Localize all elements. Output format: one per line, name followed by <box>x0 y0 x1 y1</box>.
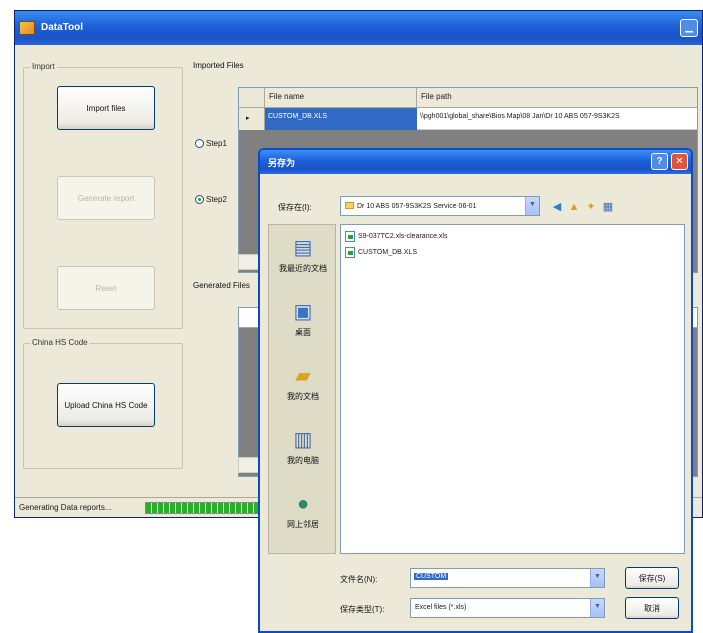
generate-report-button[interactable]: Generate report <box>57 176 155 220</box>
chevron-down-icon[interactable]: ▼ <box>525 197 539 215</box>
look-in-label: 保存在(I): <box>278 203 312 212</box>
filename-label: 文件名(N): <box>340 575 378 584</box>
filename-dropdown-icon[interactable]: ▼ <box>590 569 604 587</box>
filename-input[interactable]: CUSTOM ▼ <box>410 568 605 588</box>
step1-label: Step1 <box>206 139 227 148</box>
list-item[interactable]: CUSTOM_DB.XLS <box>345 247 417 258</box>
list-item[interactable]: S9-037TC2.xls-clearance.xls <box>345 231 447 242</box>
filename-value: CUSTOM <box>414 573 449 580</box>
cancel-button[interactable]: 取消 <box>625 597 679 619</box>
folder-icon <box>345 202 354 209</box>
place-network[interactable]: ● 网上邻居 <box>269 487 337 543</box>
cell-file-path[interactable]: \\pgh001\global_share\Bios Map\08 Jan\Dr… <box>417 108 699 130</box>
column-header-file-name[interactable]: File name <box>265 88 417 108</box>
file-type-dropdown[interactable]: Excel files (*.xls) ▼ <box>410 598 605 618</box>
file-type-value: Excel files (*.xls) <box>415 604 467 611</box>
close-icon[interactable]: ✕ <box>671 153 688 170</box>
place-my-documents[interactable]: ▰ 我的文档 <box>269 359 337 415</box>
look-in-dropdown[interactable]: Dr 10 ABS 057-9S3K2S Service 06-01 ▼ <box>340 196 540 216</box>
cell-file-name[interactable]: CUSTOM_DB.XLS <box>265 108 417 130</box>
my-computer-icon: ▥ <box>293 429 313 451</box>
network-icon: ● <box>296 493 310 515</box>
excel-file-icon <box>345 231 355 242</box>
column-header-file-path[interactable]: File path <box>417 88 699 108</box>
my-documents-icon: ▰ <box>295 365 311 387</box>
file-list[interactable]: S9-037TC2.xls-clearance.xls CUSTOM_DB.XL… <box>340 224 685 554</box>
reset-button[interactable]: Reset <box>57 266 155 310</box>
view-menu-icon[interactable]: ▦ <box>601 200 615 214</box>
imported-files-grid-header: File name File path <box>239 88 697 108</box>
help-icon[interactable]: ? <box>651 153 668 170</box>
step2-radio[interactable]: Step2 <box>195 195 227 204</box>
file-type-chevron-down-icon[interactable]: ▼ <box>590 599 604 617</box>
step2-label: Step2 <box>206 195 227 204</box>
place-my-computer[interactable]: ▥ 我的电脑 <box>269 423 337 479</box>
recent-documents-icon: ▤ <box>293 237 313 259</box>
save-button[interactable]: 保存(S) <box>625 567 679 589</box>
imported-files-label: Imported Files <box>193 61 244 70</box>
generated-files-label: Generated Files <box>193 281 250 290</box>
save-as-dialog: 另存为 ? ✕ 保存在(I): Dr 10 ABS 057-9S3K2S Ser… <box>258 148 693 633</box>
app-icon <box>19 21 35 35</box>
look-in-value: Dr 10 ABS 057-9S3K2S Service 06-01 <box>357 203 477 210</box>
step2-radio-circle[interactable] <box>195 195 204 204</box>
desktop-icon: ▣ <box>293 301 313 323</box>
back-icon[interactable]: ◀ <box>550 200 564 214</box>
import-group-label: Import <box>30 62 57 71</box>
step1-radio[interactable]: Step1 <box>195 139 227 148</box>
minimize-icon[interactable]: ▁ <box>680 19 698 37</box>
import-files-button[interactable]: Import files <box>57 86 155 130</box>
place-recent-documents[interactable]: ▤ 我最近的文档 <box>269 231 337 287</box>
status-text: Generating Data reports... <box>19 503 112 512</box>
row-selector-icon: ▸ <box>239 108 265 130</box>
main-titlebar[interactable]: DataTool ▁ <box>15 11 702 45</box>
excel-file-icon <box>345 247 355 258</box>
table-row[interactable]: ▸ CUSTOM_DB.XLS \\pgh001\global_share\Bi… <box>239 108 697 130</box>
dialog-title: 另存为 <box>268 158 296 168</box>
up-folder-icon[interactable]: ▲ <box>567 200 581 214</box>
main-window-title: DataTool <box>41 22 84 33</box>
grid-corner <box>239 88 265 108</box>
upload-china-hs-code-button[interactable]: Upload China HS Code <box>57 383 155 427</box>
step1-radio-circle[interactable] <box>195 139 204 148</box>
china-hs-code-group-label: China HS Code <box>30 338 90 347</box>
place-desktop[interactable]: ▣ 桌面 <box>269 295 337 351</box>
file-type-label: 保存类型(T): <box>340 605 385 614</box>
places-bar: ▤ 我最近的文档 ▣ 桌面 ▰ 我的文档 ▥ 我的电脑 ● 网上邻居 <box>268 224 336 554</box>
dialog-titlebar[interactable]: 另存为 ? ✕ <box>260 150 691 174</box>
new-folder-icon[interactable]: ✦ <box>584 200 598 214</box>
